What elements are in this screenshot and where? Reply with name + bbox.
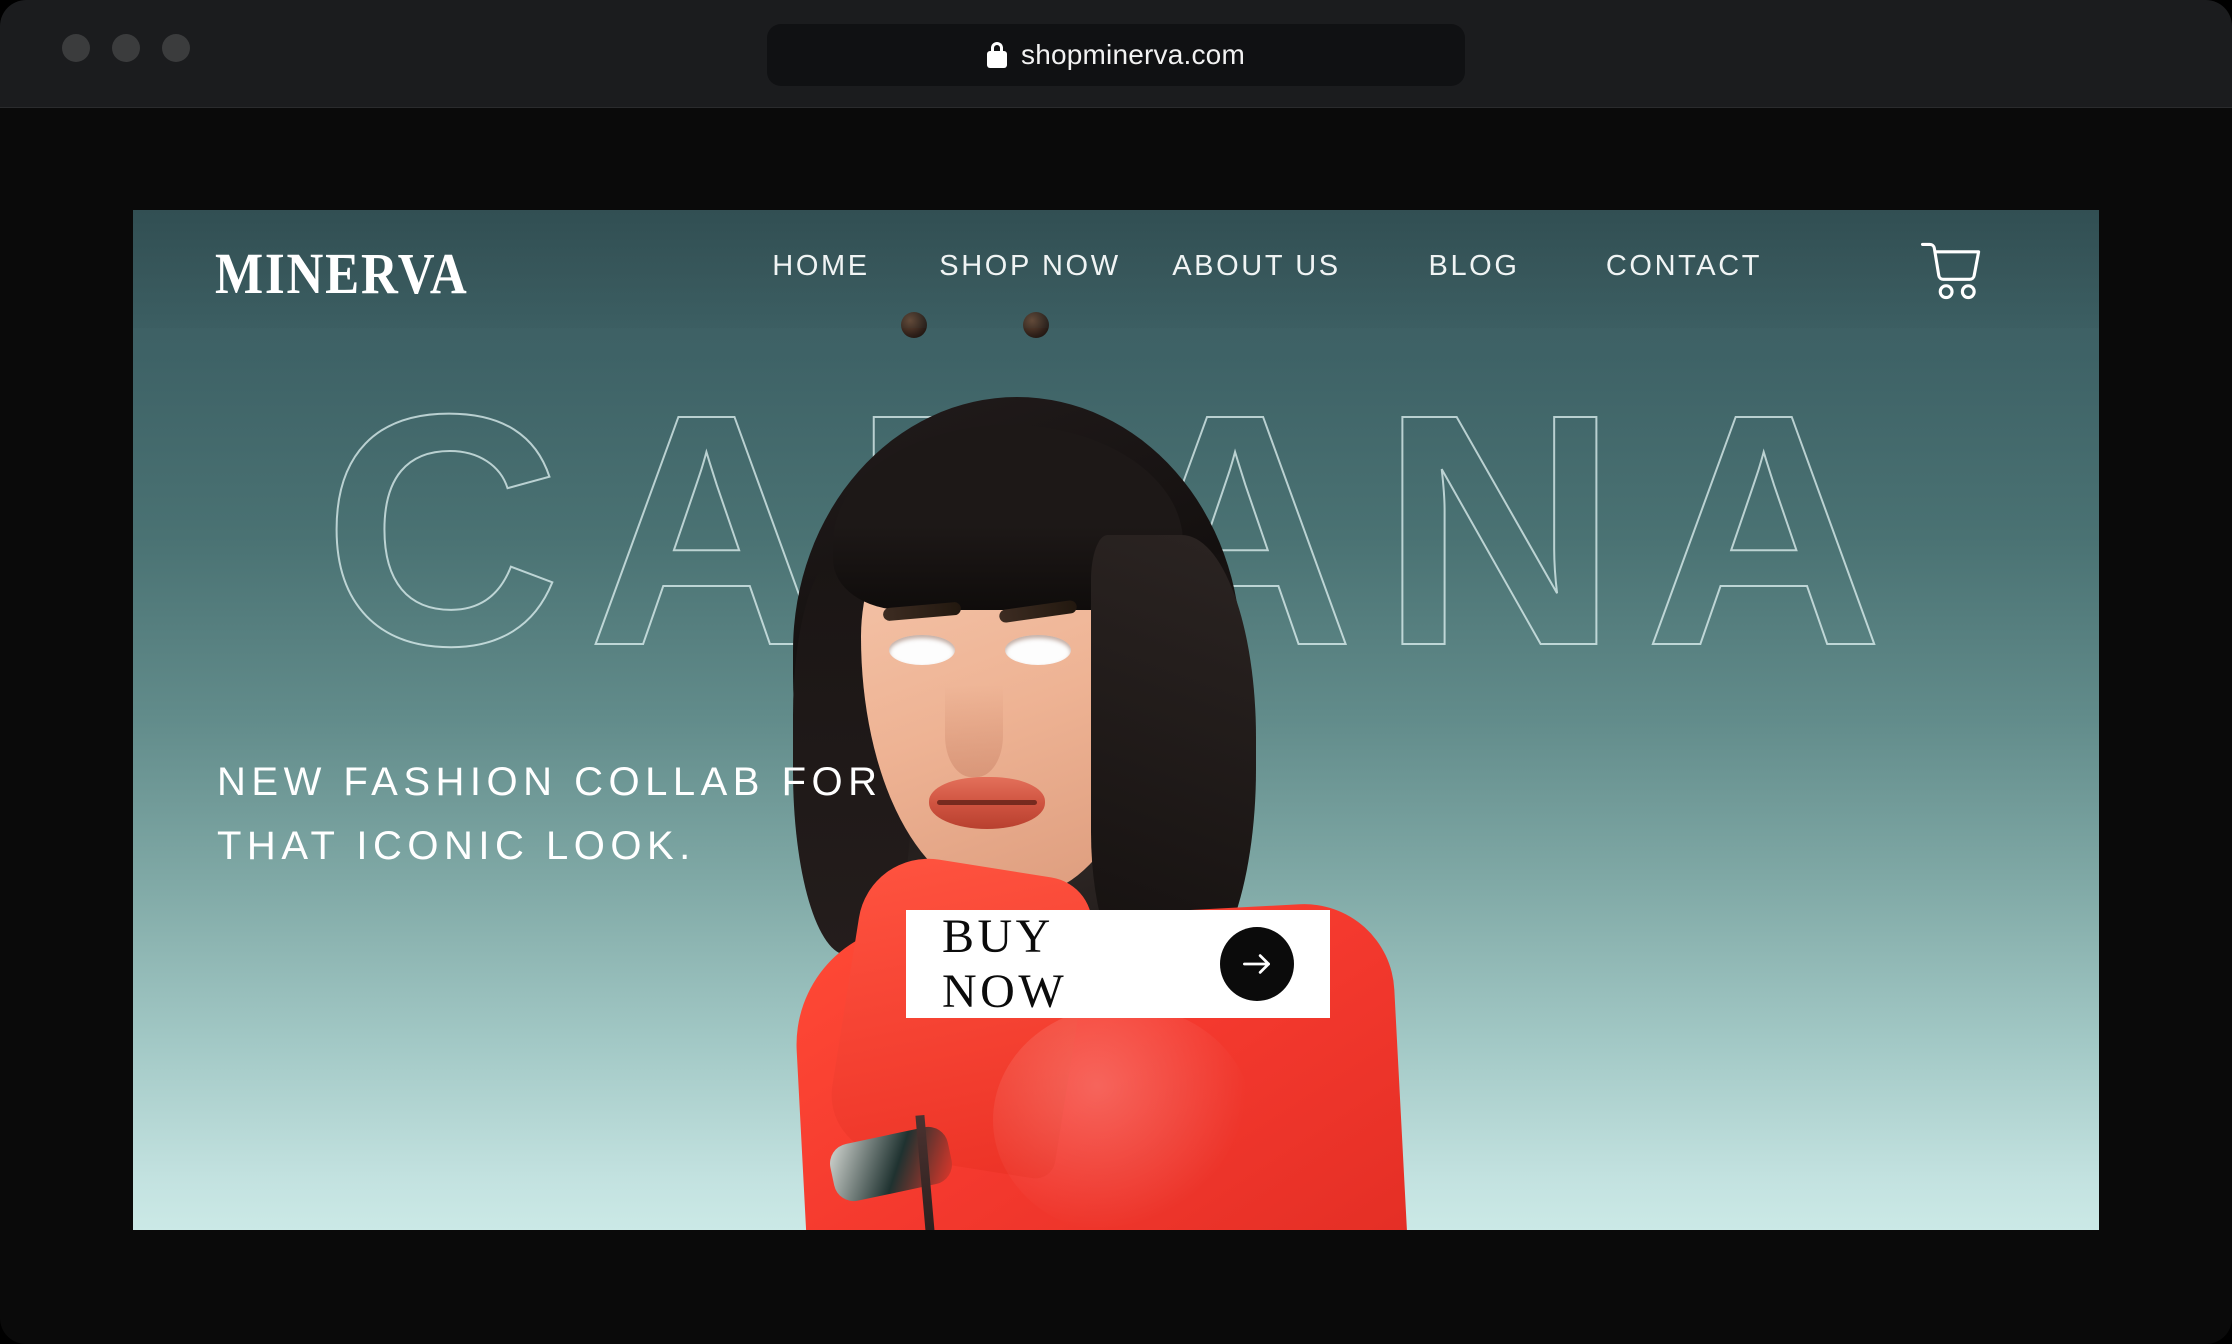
site-navigation: HOME SHOP NOW ABOUT US BLOG CONTACT — [726, 250, 1789, 283]
site-preview-canvas[interactable]: CABANA MINERVA HOME SHOP NOW ABOUT — [133, 210, 2099, 1230]
traffic-lights — [62, 34, 190, 62]
nav-item-contact[interactable]: CONTACT — [1579, 250, 1789, 283]
hero-tagline-line1: NEW FASHION COLLAB FOR — [217, 760, 883, 804]
hero-tagline-line2: THAT ICONIC LOOK. — [217, 824, 696, 868]
nav-item-about-us[interactable]: ABOUT US — [1144, 250, 1369, 283]
browser-titlebar: shopminerva.com — [0, 0, 2232, 108]
site-logo[interactable]: MINERVA — [215, 240, 468, 307]
url-bar[interactable]: shopminerva.com — [767, 24, 1465, 86]
site-header: MINERVA HOME SHOP NOW ABOUT US BLOG CONT… — [133, 210, 2099, 328]
nav-item-home[interactable]: HOME — [726, 250, 916, 283]
nav-item-blog[interactable]: BLOG — [1369, 250, 1579, 283]
builder-toolbar: Home 1280 px — [0, 108, 2232, 316]
hero-tagline: NEW FASHION COLLAB FOR THAT ICONIC LOOK. — [217, 750, 883, 878]
shopping-cart-icon[interactable] — [1919, 240, 1991, 302]
buy-now-label: BUY NOW — [942, 910, 1068, 1018]
close-window-button[interactable] — [62, 34, 90, 62]
maximize-window-button[interactable] — [162, 34, 190, 62]
lock-icon — [987, 42, 1007, 68]
buy-now-button[interactable]: BUY NOW — [906, 910, 1330, 1018]
minimize-window-button[interactable] — [112, 34, 140, 62]
browser-window: shopminerva.com Home 1280 px — [0, 0, 2232, 1344]
nav-item-shop-now[interactable]: SHOP NOW — [916, 250, 1144, 283]
url-text: shopminerva.com — [1021, 39, 1245, 70]
arrow-right-icon — [1220, 927, 1294, 1001]
